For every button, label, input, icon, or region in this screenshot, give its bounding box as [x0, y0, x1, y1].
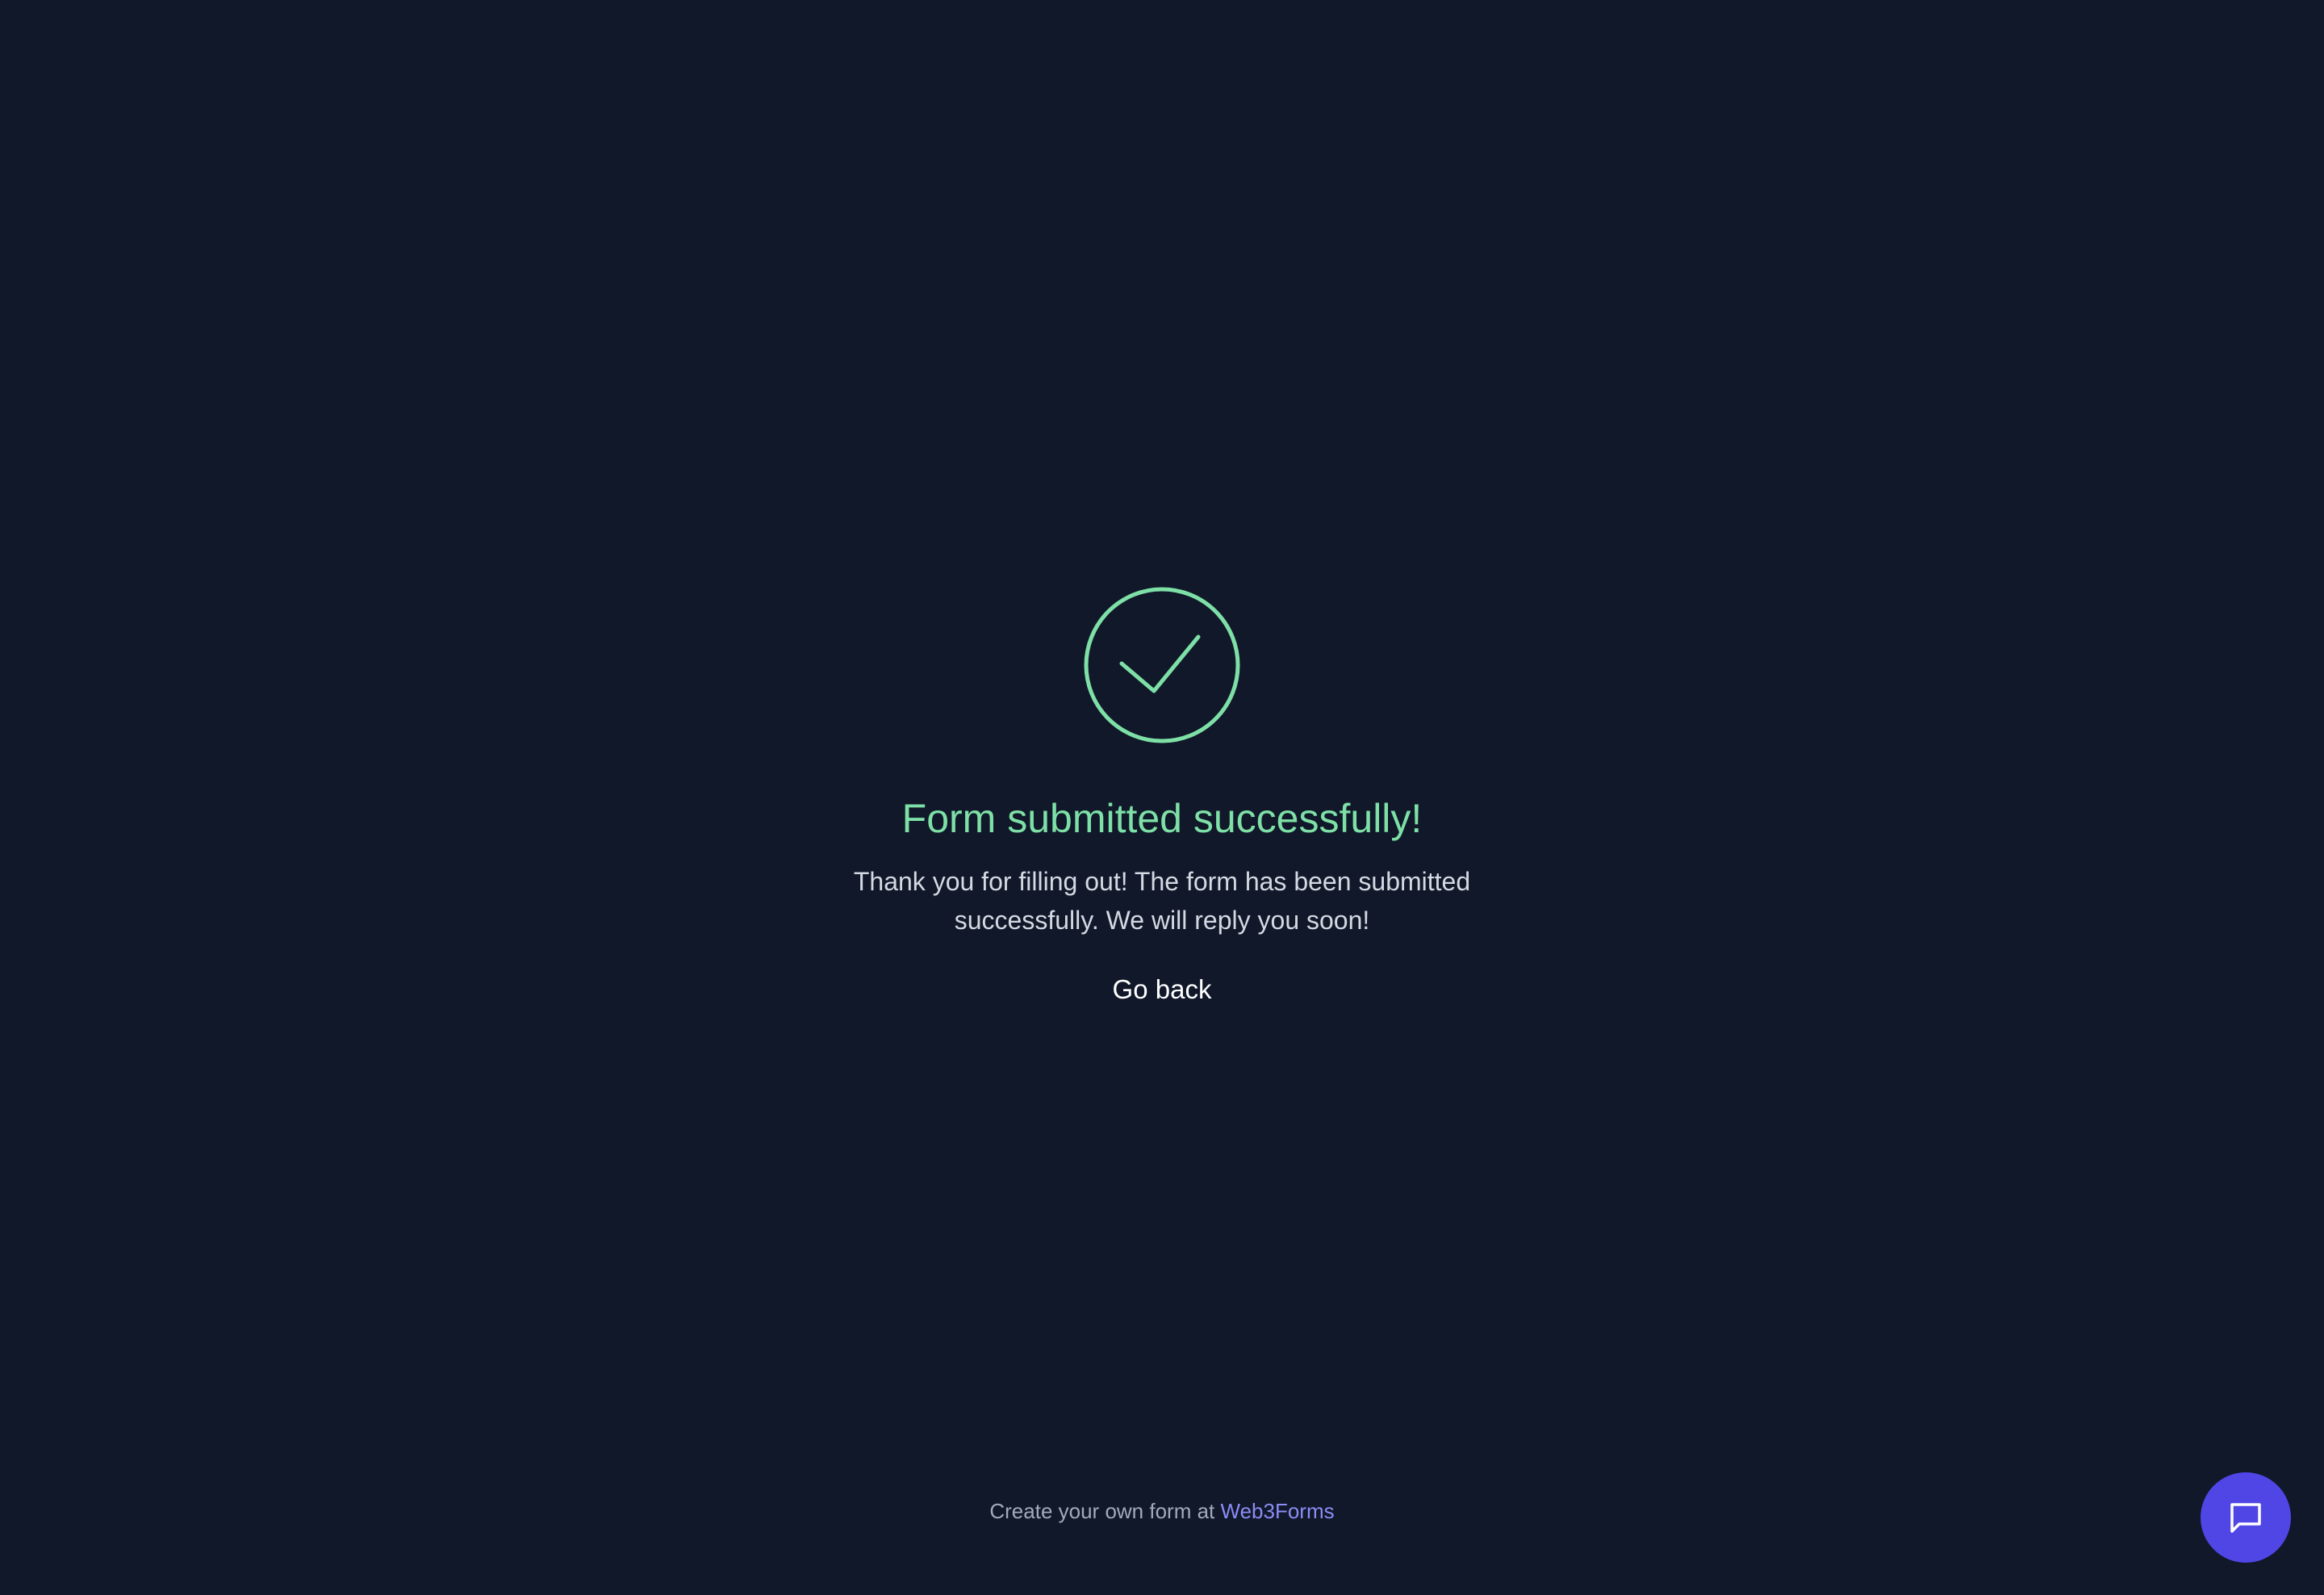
success-message: Thank you for filling out! The form has … — [853, 867, 1471, 935]
chat-button[interactable] — [2201, 1472, 2291, 1563]
web3forms-link[interactable]: Web3Forms — [1221, 1499, 1335, 1523]
chat-bubble-icon — [2226, 1497, 2266, 1538]
go-back-link[interactable]: Go back — [1113, 972, 1212, 1007]
success-title: Form submitted successfully! — [901, 796, 1423, 841]
page: Form submitted successfully! Thank you f… — [0, 0, 2324, 1595]
check-circle-icon — [1083, 586, 1241, 744]
footer-text: Create your own form at — [989, 1499, 1221, 1523]
success-panel: Form submitted successfully! Thank you f… — [0, 586, 2324, 1007]
footer: Create your own form at Web3Forms — [0, 1495, 2324, 1527]
